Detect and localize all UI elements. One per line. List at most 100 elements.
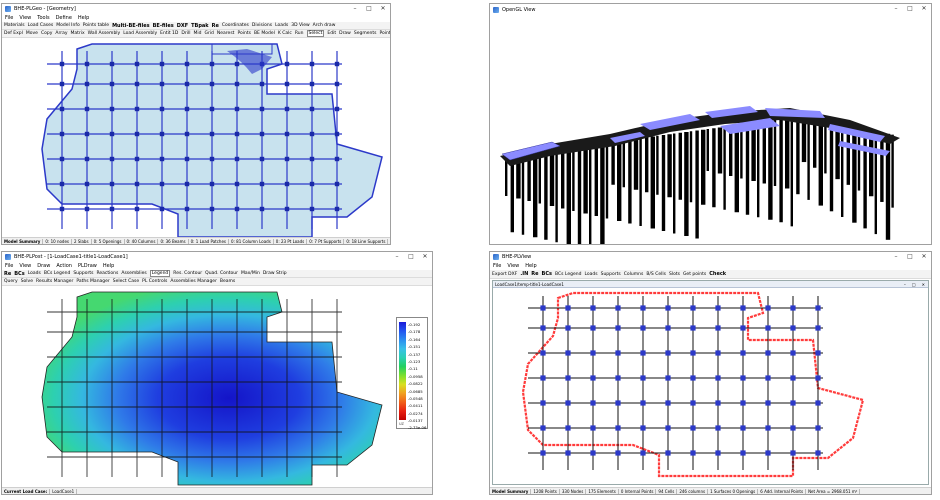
- menu-item-tools[interactable]: Tools: [37, 15, 49, 21]
- tool-assemblies[interactable]: Assemblies: [121, 271, 146, 276]
- minimize-icon[interactable]: –: [889, 252, 903, 262]
- menu-item-help[interactable]: Help: [103, 263, 114, 269]
- tool-columns[interactable]: Columns: [624, 272, 644, 277]
- tool-entit-1d[interactable]: Entit 1D: [160, 31, 178, 36]
- close-icon[interactable]: ✕: [376, 4, 390, 14]
- plpost-canvas[interactable]: -0.192 -0.178 -0.164 -0.151 -0.137 -0.123 -0.1…: [2, 287, 432, 487]
- minimize-icon[interactable]: –: [889, 4, 903, 16]
- child-minimize-icon[interactable]: –: [901, 282, 909, 287]
- menu-item-help[interactable]: Help: [78, 15, 89, 21]
- tool-arch-draw[interactable]: Arch draw: [313, 23, 336, 28]
- tool-check[interactable]: Check: [709, 271, 726, 277]
- close-icon[interactable]: ✕: [917, 252, 931, 262]
- menu-item-view[interactable]: View: [507, 263, 519, 269]
- tool-k-calc[interactable]: K Calc: [278, 31, 292, 36]
- tool-loads[interactable]: Loads: [28, 271, 41, 276]
- tool-re[interactable]: Re: [4, 271, 11, 277]
- tool-move[interactable]: Move: [26, 31, 38, 36]
- maximize-icon[interactable]: □: [903, 4, 917, 16]
- tool-load-cases[interactable]: Load Cases: [28, 23, 54, 28]
- tool-select-case[interactable]: Select Case: [113, 279, 139, 284]
- minimize-icon[interactable]: –: [390, 252, 404, 262]
- maximize-icon[interactable]: □: [362, 4, 376, 14]
- tool-beams[interactable]: Beams: [220, 279, 235, 284]
- menu-item-view[interactable]: View: [19, 15, 31, 21]
- tool-solve[interactable]: Solve: [21, 279, 33, 284]
- tool-copy[interactable]: Copy: [41, 31, 52, 36]
- tool-export-dxf[interactable]: Export DXF: [492, 272, 517, 277]
- tool-dxf[interactable]: DXF: [177, 23, 188, 29]
- tool-points[interactable]: Points: [379, 31, 390, 36]
- tool-draw-strip[interactable]: Draw Strip: [263, 271, 287, 276]
- child-close-icon[interactable]: ✕: [919, 282, 928, 287]
- tool-pl-controls[interactable]: PL Controls: [142, 279, 167, 284]
- tool-materials[interactable]: Materials: [4, 23, 25, 28]
- menu-item-file[interactable]: File: [5, 263, 13, 269]
- maximize-icon[interactable]: □: [903, 252, 917, 262]
- menu-item-pldraw[interactable]: PLDraw: [78, 263, 97, 269]
- maximize-icon[interactable]: □: [404, 252, 418, 262]
- menu-item-help[interactable]: Help: [525, 263, 536, 269]
- tool-divisions[interactable]: Divisions: [252, 23, 272, 28]
- tool-drill[interactable]: Drill: [181, 31, 190, 36]
- child-maximize-icon[interactable]: □: [909, 282, 919, 287]
- menu-item-file[interactable]: File: [5, 15, 13, 21]
- tool-loads[interactable]: Loads: [275, 23, 288, 28]
- tool-bcs-legend[interactable]: BCs Legend: [555, 272, 581, 277]
- tool-res-contour[interactable]: Res. Contour: [173, 271, 202, 276]
- tool-3d-view[interactable]: 3D View: [291, 23, 309, 28]
- tool-def-expl[interactable]: Def Expl: [4, 31, 23, 36]
- tool-supports[interactable]: Supports: [73, 271, 93, 276]
- tool-query[interactable]: Query: [4, 279, 18, 284]
- geometry-canvas[interactable]: [2, 39, 391, 239]
- tool-points-table[interactable]: Points table: [83, 23, 109, 28]
- tool-paths-manager[interactable]: Paths Manager: [76, 279, 109, 284]
- menu-item-file[interactable]: File: [493, 263, 501, 269]
- menu-item-view[interactable]: View: [19, 263, 31, 269]
- tool-points[interactable]: Points: [237, 31, 251, 36]
- mesh-plan-drawing[interactable]: [493, 288, 930, 480]
- tool-re[interactable]: Re: [531, 271, 538, 277]
- tool-bcs[interactable]: BCs: [14, 271, 24, 277]
- tool-grid[interactable]: Grid: [204, 31, 213, 36]
- contour-plot[interactable]: [2, 287, 433, 489]
- tool-draw[interactable]: Draw: [339, 31, 351, 36]
- tool-quad-contour[interactable]: Quad. Contour: [205, 271, 238, 276]
- tool-select[interactable]: Select: [306, 30, 325, 37]
- tool-slots[interactable]: Slots: [669, 272, 680, 277]
- tool-bcs-legend[interactable]: BCs Legend: [44, 271, 70, 276]
- tool-tbpak[interactable]: TBpak: [191, 23, 209, 29]
- tool-loads[interactable]: Loads: [584, 272, 597, 277]
- tool-nearest[interactable]: Nearest: [217, 31, 235, 36]
- tool-run[interactable]: Run: [295, 31, 304, 36]
- opengl-3d-model[interactable]: [490, 16, 932, 245]
- tool-assemblies-manager[interactable]: Assemblies Manager: [170, 279, 217, 284]
- tool-multi-be-files[interactable]: Multi-BE-files: [112, 23, 150, 29]
- close-icon[interactable]: ✕: [418, 252, 432, 262]
- tool-results-manager[interactable]: Results Manager: [36, 279, 73, 284]
- tool-array[interactable]: Array: [55, 31, 67, 36]
- tool-mid[interactable]: Mid: [193, 31, 201, 36]
- menu-item-draw[interactable]: Draw: [37, 263, 50, 269]
- tool-model-info[interactable]: Model Info: [56, 23, 79, 28]
- close-icon[interactable]: ✕: [917, 4, 931, 16]
- tool-bcs[interactable]: BCs: [542, 271, 552, 277]
- tool-matrix[interactable]: Matrix: [71, 31, 85, 36]
- tool-wall-assembly[interactable]: Wall Assembly: [88, 31, 121, 36]
- geometry-plan-drawing[interactable]: [2, 39, 391, 239]
- tool-in[interactable]: .IN: [520, 271, 528, 277]
- tool-coordinates[interactable]: Coordinates: [222, 23, 249, 28]
- tool-segments[interactable]: Segments: [354, 31, 377, 36]
- tool-be-model[interactable]: BE Model: [254, 31, 275, 36]
- tool-legend[interactable]: Legend: [149, 270, 171, 277]
- tool-get-points[interactable]: Get points: [683, 272, 706, 277]
- tool-reactions[interactable]: Reactions: [96, 271, 118, 276]
- tool-load-assembly[interactable]: Load Assembly: [123, 31, 157, 36]
- menu-item-action[interactable]: Action: [56, 263, 72, 269]
- minimize-icon[interactable]: –: [348, 4, 362, 14]
- menu-item-define[interactable]: Define: [56, 15, 72, 21]
- tool-b-s-cells[interactable]: B/S Cells: [646, 272, 666, 277]
- opengl-canvas[interactable]: [490, 16, 931, 244]
- tool-max-min[interactable]: Max/Min: [241, 271, 260, 276]
- tool-be-files[interactable]: BE-files: [153, 23, 174, 29]
